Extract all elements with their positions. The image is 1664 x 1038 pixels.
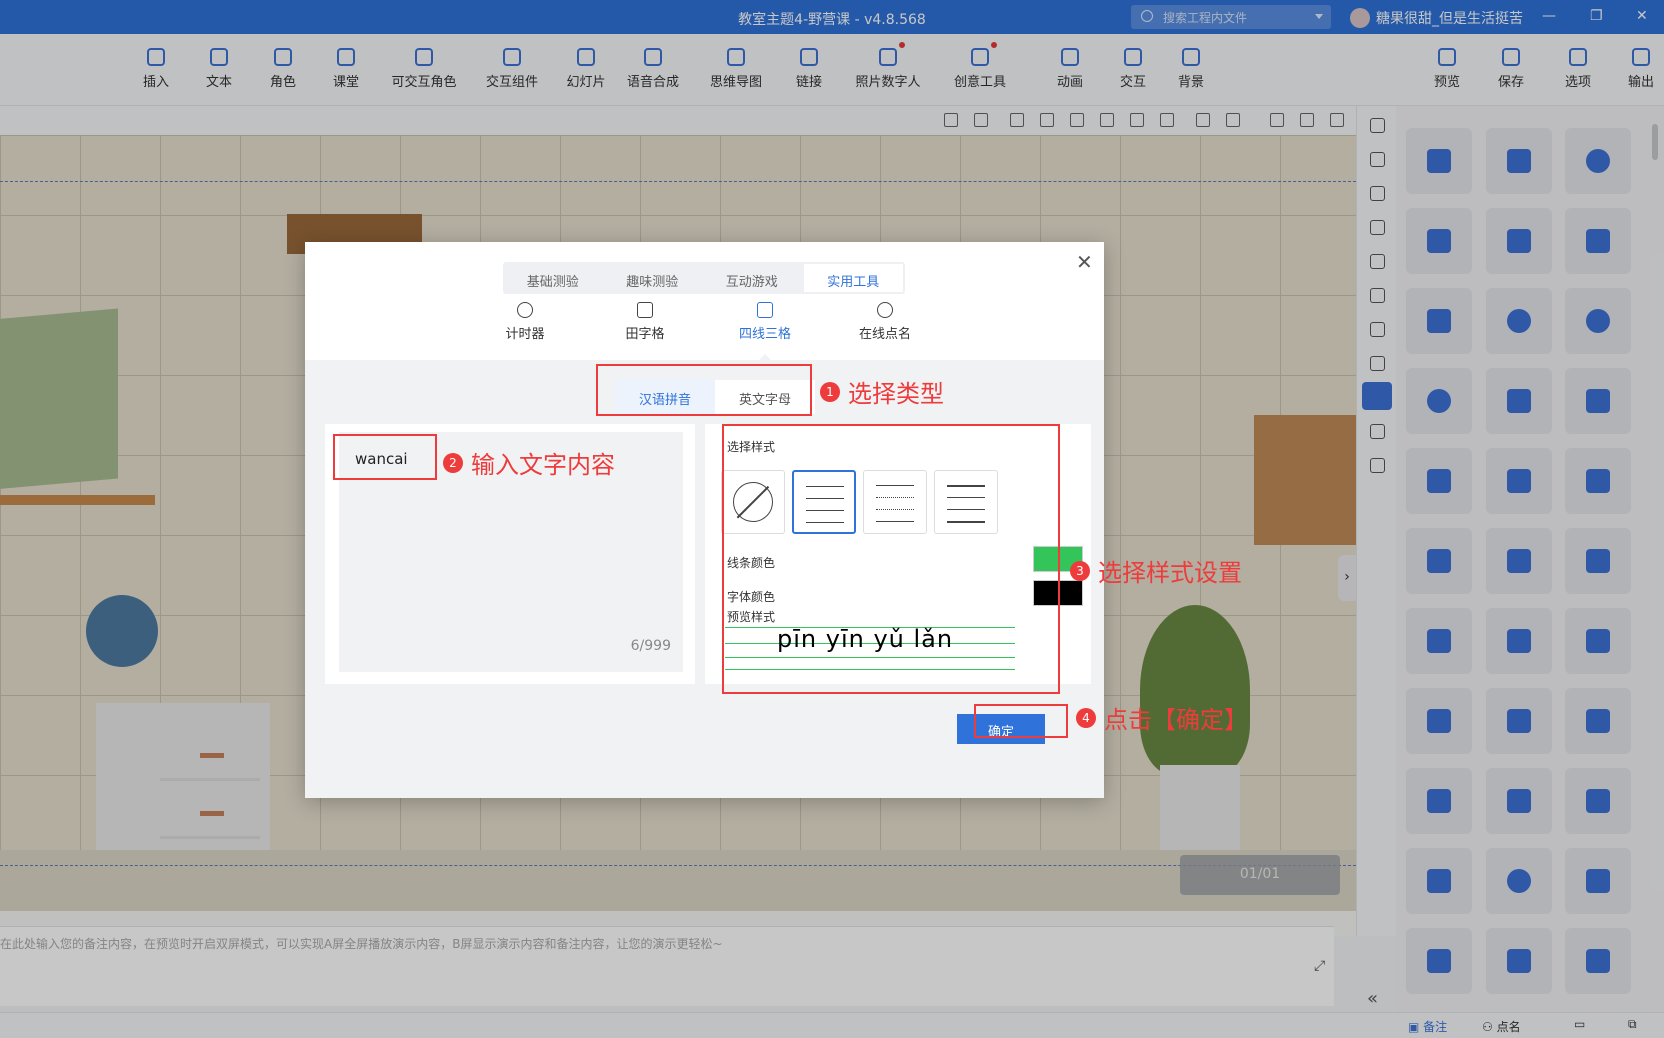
tab-basic-quiz[interactable]: 基础测验 bbox=[503, 262, 603, 294]
tab-interactive-games[interactable]: 互动游戏 bbox=[702, 262, 802, 294]
annotation-box-confirm bbox=[974, 704, 1068, 738]
tianzige-tool[interactable]: 田字格 bbox=[595, 302, 695, 342]
tab-practical-tools[interactable]: 实用工具 bbox=[803, 264, 903, 292]
grid-cell-icon bbox=[637, 302, 653, 318]
char-count: 6/999 bbox=[630, 638, 671, 654]
annotation-box-style bbox=[722, 424, 1060, 694]
annotation-box-input bbox=[333, 434, 437, 480]
annotation-2: 2 输入文字内容 bbox=[443, 445, 615, 480]
close-icon[interactable]: ✕ bbox=[1076, 250, 1093, 274]
four-line-grid-tool[interactable]: 四线三格 bbox=[715, 302, 815, 361]
online-rollcall-tool[interactable]: 在线点名 bbox=[835, 302, 935, 342]
stopwatch-icon bbox=[517, 302, 533, 318]
annotation-3: 3 选择样式设置 bbox=[1070, 553, 1242, 588]
person-check-icon bbox=[877, 302, 893, 318]
dialog-tabs: 基础测验 趣味测验 互动游戏 实用工具 bbox=[503, 262, 905, 294]
annotation-4: 4 点击【确定】 bbox=[1076, 700, 1248, 735]
annotation-1: 1 选择类型 bbox=[820, 374, 944, 409]
timer-tool[interactable]: 计时器 bbox=[475, 302, 575, 342]
tab-fun-quiz[interactable]: 趣味测验 bbox=[603, 262, 703, 294]
annotation-box-type bbox=[596, 364, 812, 416]
lines-icon bbox=[757, 302, 773, 318]
dialog-header: ✕ 基础测验 趣味测验 互动游戏 实用工具 计时器 田字格 四线三格 在线点名 bbox=[305, 242, 1104, 361]
